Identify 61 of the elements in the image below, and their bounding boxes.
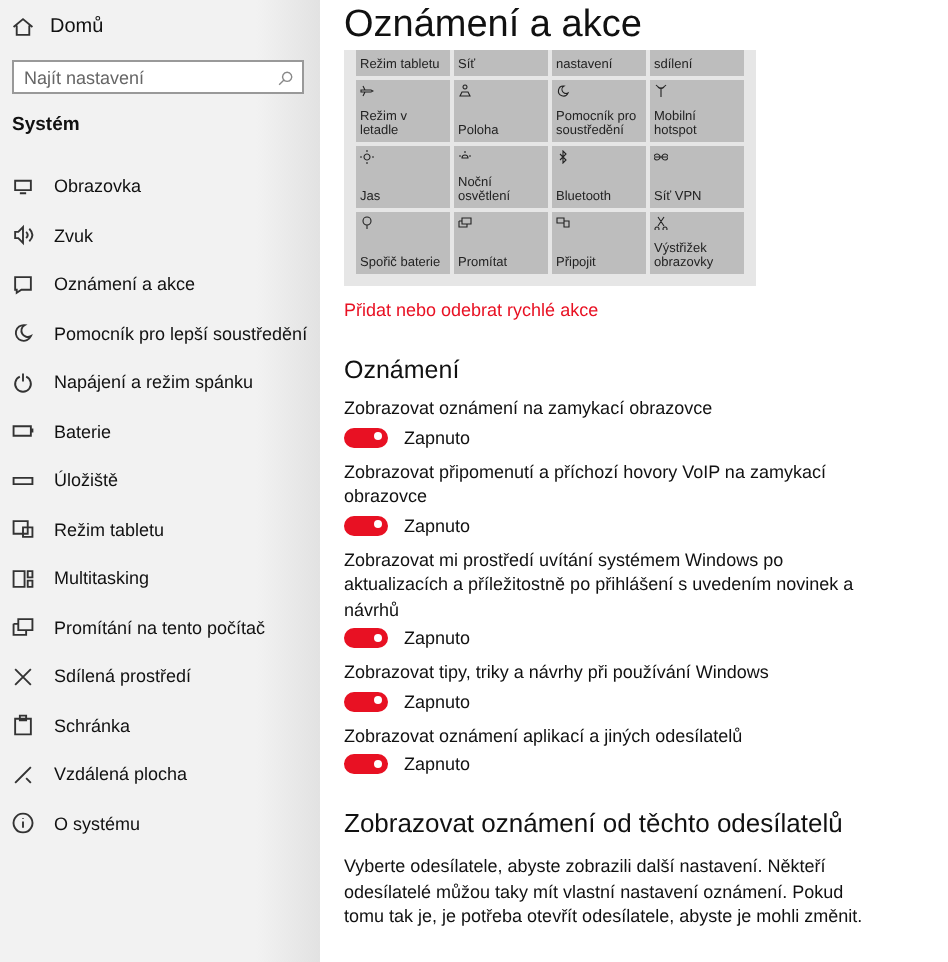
sun-icon [360,150,374,164]
add-remove-quick-actions-link[interactable]: Přidat nebo odebrat rychlé akce [344,300,948,320]
toggle-state: Zapnuto [404,427,471,447]
sidebar-item[interactable]: Zvuk [12,211,320,260]
projection-icon [12,616,34,639]
clipboard-icon [12,714,34,737]
toggle-state: Zapnuto [404,691,471,711]
toggle-switch[interactable] [344,691,388,711]
moon-icon [12,322,34,345]
monitors-icon [458,216,472,230]
sidebar-item[interactable]: Baterie [12,407,320,456]
airplane-icon [360,84,374,98]
sidebar-item[interactable]: Napájení a režim spánku [12,358,320,407]
sidebar-item[interactable]: Promítání na tento počítač [12,603,320,652]
setting-label: Zobrazovat tipy, triky a návrhy při používání Windows [344,660,771,685]
multitasking-icon [12,567,34,590]
scissors-icon [654,216,668,230]
section-heading: Oznámení [344,356,462,384]
screens-icon [556,216,570,230]
setting-label: Zobrazovat oznámení aplikací a jiných odesílatelů [344,723,745,748]
toggle-switch[interactable] [344,515,388,535]
moon-icon [556,84,570,98]
toggle-switch[interactable] [344,628,388,648]
page-title: Oznámení a akce [344,4,644,48]
speech-bubble-icon [12,273,34,296]
section-heading: Zobrazovat oznámení od těchto odesílatelů [344,808,845,838]
toggle-state: Zapnuto [404,628,471,648]
monitor-icon [12,175,34,198]
setting-label: Zobrazovat mi prostředí uvítání systémem Windows po aktualizacích a příležitostně po přihlášení s uvedením novinek a návrhů [344,547,856,622]
tablet-icon [12,518,34,541]
description-text: Vyberte odesílatele, abyste zobrazili další nastavení. Někteří odesílatelé můžou taky mít vlastní nastavení oznámení. Pokud tomu tak je, je potřeba otevřít odesílatele, abyste je mohli změnit. [344,854,865,929]
battery-icon [12,420,34,443]
home-link[interactable]: Domů [12,10,320,42]
sidebar-item[interactable]: Oznámení a akce [12,260,320,309]
antenna-icon [654,84,668,98]
toggle-state: Zapnuto [404,515,471,535]
person-pin-icon [458,84,472,98]
sidebar-item[interactable]: Pomocník pro lepší soustředění [12,309,320,358]
toggle-switch[interactable] [344,427,388,447]
setting-label: Zobrazovat připomenutí a příchozí hovory VoIP na zamykací obrazovce [344,459,828,509]
toggle-switch[interactable] [344,754,388,774]
search-field[interactable]: Najít nastavení [12,60,304,94]
vpn-icon [654,150,668,164]
bluetooth-icon [556,150,570,164]
sidebar-item[interactable]: Sdílená prostředí [12,652,320,701]
section-heading: Systém [12,114,82,136]
sidebar-item[interactable]: Obrazovka [12,162,320,211]
info-icon [12,812,34,835]
sidebar-item[interactable]: Multitasking [12,554,320,603]
speaker-icon [12,224,34,247]
power-icon [12,371,34,394]
home-icon [12,15,34,37]
toggle-state: Zapnuto [404,754,471,774]
sidebar-item[interactable]: Režim tabletu [12,505,320,554]
setting-label: Zobrazovat oznámení na zamykací obrazovce [344,396,715,421]
half-sun-icon [458,150,472,164]
sidebar-item[interactable]: Schránka [12,701,320,750]
sidebar-item[interactable]: O systému [12,799,320,848]
sidebar-item[interactable]: Vzdálená plocha [12,750,320,799]
search-icon [278,69,294,85]
sidebar-item[interactable]: Úložiště [12,456,320,505]
